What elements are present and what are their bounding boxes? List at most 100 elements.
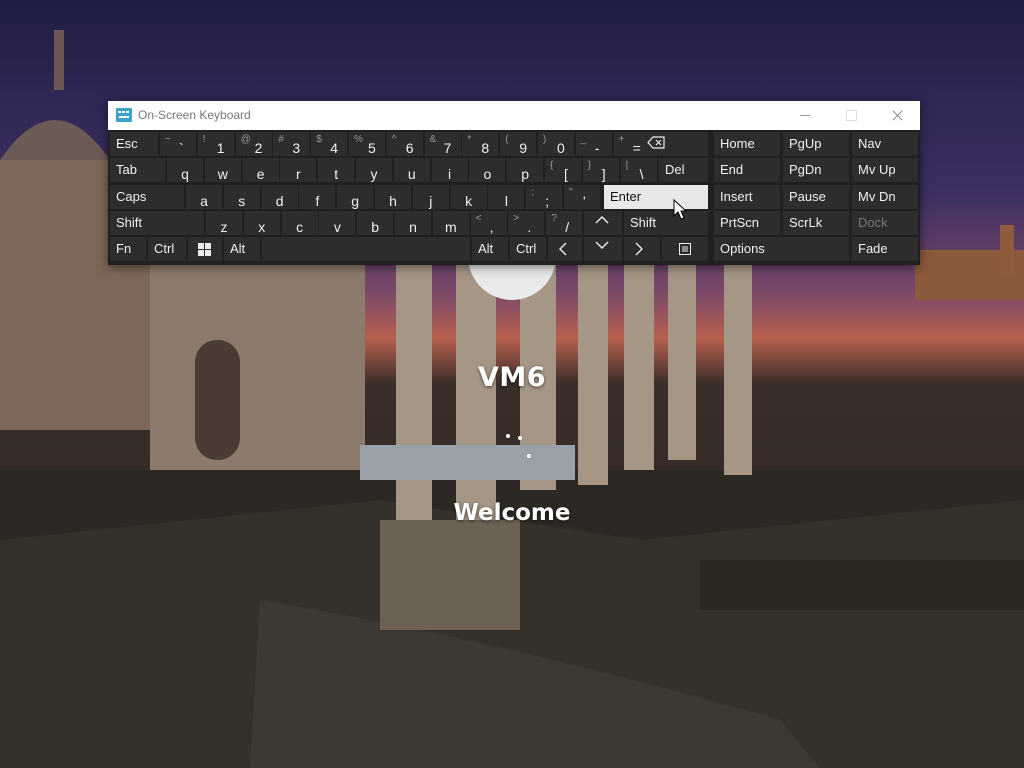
key-period[interactable]: >. — [508, 211, 545, 235]
key-g[interactable]: g — [337, 185, 374, 209]
key-space[interactable] — [262, 237, 470, 261]
key-menu[interactable] — [662, 237, 708, 261]
key-navk[interactable]: Nav — [852, 132, 918, 156]
key-r[interactable]: r — [280, 158, 317, 182]
key-1[interactable]: ! 1 — [197, 132, 234, 156]
key-insert[interactable]: Insert — [714, 185, 780, 209]
key-lshift[interactable]: Shift — [110, 211, 204, 235]
key-a[interactable]: a — [186, 185, 222, 209]
key-pgdn[interactable]: PgDn — [783, 158, 849, 182]
key-q[interactable]: q — [167, 158, 203, 182]
key-label: Esc — [116, 136, 138, 151]
key-label: i — [448, 166, 452, 182]
title-bar[interactable]: On-Screen Keyboard — [108, 101, 920, 130]
key-j[interactable]: j — [412, 185, 449, 209]
key-backslash[interactable]: | \ — [620, 158, 657, 182]
key-fade[interactable]: Fade — [852, 237, 918, 261]
key-label: v — [333, 219, 341, 235]
key-scrlk[interactable]: ScrLk — [783, 211, 849, 235]
key-m[interactable]: m — [432, 211, 469, 235]
keyboard-icon — [116, 108, 132, 122]
key-9[interactable]: (9 — [500, 132, 537, 156]
key-l[interactable]: l — [488, 185, 525, 209]
key-t[interactable]: t — [318, 158, 355, 182]
key-8[interactable]: * 8 — [462, 132, 499, 156]
key-del[interactable]: Del — [659, 158, 708, 182]
key-7[interactable]: & 7 — [424, 132, 461, 156]
key-main-label: 0 — [557, 140, 565, 156]
key-windows[interactable] — [188, 237, 222, 261]
key-end[interactable]: End — [714, 158, 780, 182]
key-enter[interactable]: Enter — [604, 185, 708, 209]
key-n[interactable]: n — [395, 211, 431, 235]
key-arrow-right[interactable] — [624, 237, 660, 261]
key-b[interactable]: b — [357, 211, 394, 235]
key-e[interactable]: e — [242, 158, 279, 182]
key-semicolon[interactable]: :; — [526, 185, 563, 209]
key-slash[interactable]: ? / — [546, 211, 583, 235]
key-main-label: - — [594, 140, 600, 156]
key-f[interactable]: f — [299, 185, 336, 209]
key-k[interactable]: k — [450, 185, 487, 209]
key-arrow-left[interactable] — [548, 237, 582, 261]
key-rbracket[interactable]: }] — [582, 158, 619, 182]
key-caps[interactable]: Caps — [110, 185, 184, 209]
key-home[interactable]: Home — [714, 132, 780, 156]
key-minus[interactable]: _ - — [575, 132, 612, 156]
key-shift-label: # — [278, 134, 284, 145]
key-w[interactable]: w — [204, 158, 241, 182]
key-shift-label: | — [625, 160, 629, 171]
key-pgup[interactable]: PgUp — [783, 132, 849, 156]
key-arrow-down[interactable] — [584, 237, 622, 261]
key-0[interactable]: ) 0 — [538, 132, 574, 156]
key-pause[interactable]: Pause — [783, 185, 849, 209]
key-v[interactable]: v — [319, 211, 356, 235]
key-p[interactable]: p — [507, 158, 544, 182]
key-tilde[interactable]: ~ ` — [160, 132, 196, 156]
key-lalt[interactable]: Alt — [224, 237, 260, 261]
key-main-label: 5 — [368, 140, 376, 156]
key-4[interactable]: $4 — [311, 132, 348, 156]
key-h[interactable]: h — [375, 185, 411, 209]
key-mvdn[interactable]: Mv Dn — [852, 185, 918, 209]
key-dock[interactable]: Dock — [852, 211, 918, 235]
key-s[interactable]: s — [223, 185, 260, 209]
key-main-label: ; — [545, 193, 550, 209]
key-x[interactable]: x — [243, 211, 280, 235]
key-rshift[interactable]: Shift — [624, 211, 708, 235]
key-prtscn[interactable]: PrtScn — [714, 211, 780, 235]
key-esc[interactable]: Esc — [110, 132, 158, 156]
key-lctrl[interactable]: Ctrl — [148, 237, 186, 261]
key-6[interactable]: ^ 6 — [386, 132, 423, 156]
key-5[interactable]: % 5 — [349, 132, 385, 156]
key-label: Home — [720, 136, 755, 151]
key-tab[interactable]: Tab — [110, 158, 165, 182]
key-o[interactable]: o — [469, 158, 506, 182]
maximize-button[interactable] — [828, 101, 874, 130]
key-lbracket[interactable]: {[ — [545, 158, 581, 182]
key-y[interactable]: y — [356, 158, 392, 182]
key-quote[interactable]: " ' — [564, 185, 600, 209]
key-label: e — [256, 166, 265, 182]
key-comma[interactable]: <, — [470, 211, 507, 235]
key-backspace[interactable] — [642, 132, 708, 156]
key-d[interactable]: d — [261, 185, 298, 209]
key-ralt[interactable]: Alt — [472, 237, 508, 261]
key-main-label: , — [489, 219, 494, 235]
key-label: Tab — [116, 162, 137, 177]
key-u[interactable]: u — [393, 158, 430, 182]
key-fn[interactable]: Fn — [110, 237, 146, 261]
key-i[interactable]: i — [431, 158, 468, 182]
key-label: a — [200, 193, 208, 209]
key-arrow-up[interactable] — [584, 211, 622, 235]
key-2[interactable]: @2 — [235, 132, 272, 156]
key-z[interactable]: z — [206, 211, 242, 235]
key-3[interactable]: #3 — [273, 132, 310, 156]
close-button[interactable] — [874, 101, 920, 130]
key-main-label: ' — [583, 193, 586, 209]
minimize-button[interactable] — [782, 101, 828, 130]
key-c[interactable]: c — [281, 211, 318, 235]
key-options[interactable]: Options — [714, 237, 849, 261]
key-mvup[interactable]: Mv Up — [852, 158, 918, 182]
key-rctrl[interactable]: Ctrl — [510, 237, 546, 261]
